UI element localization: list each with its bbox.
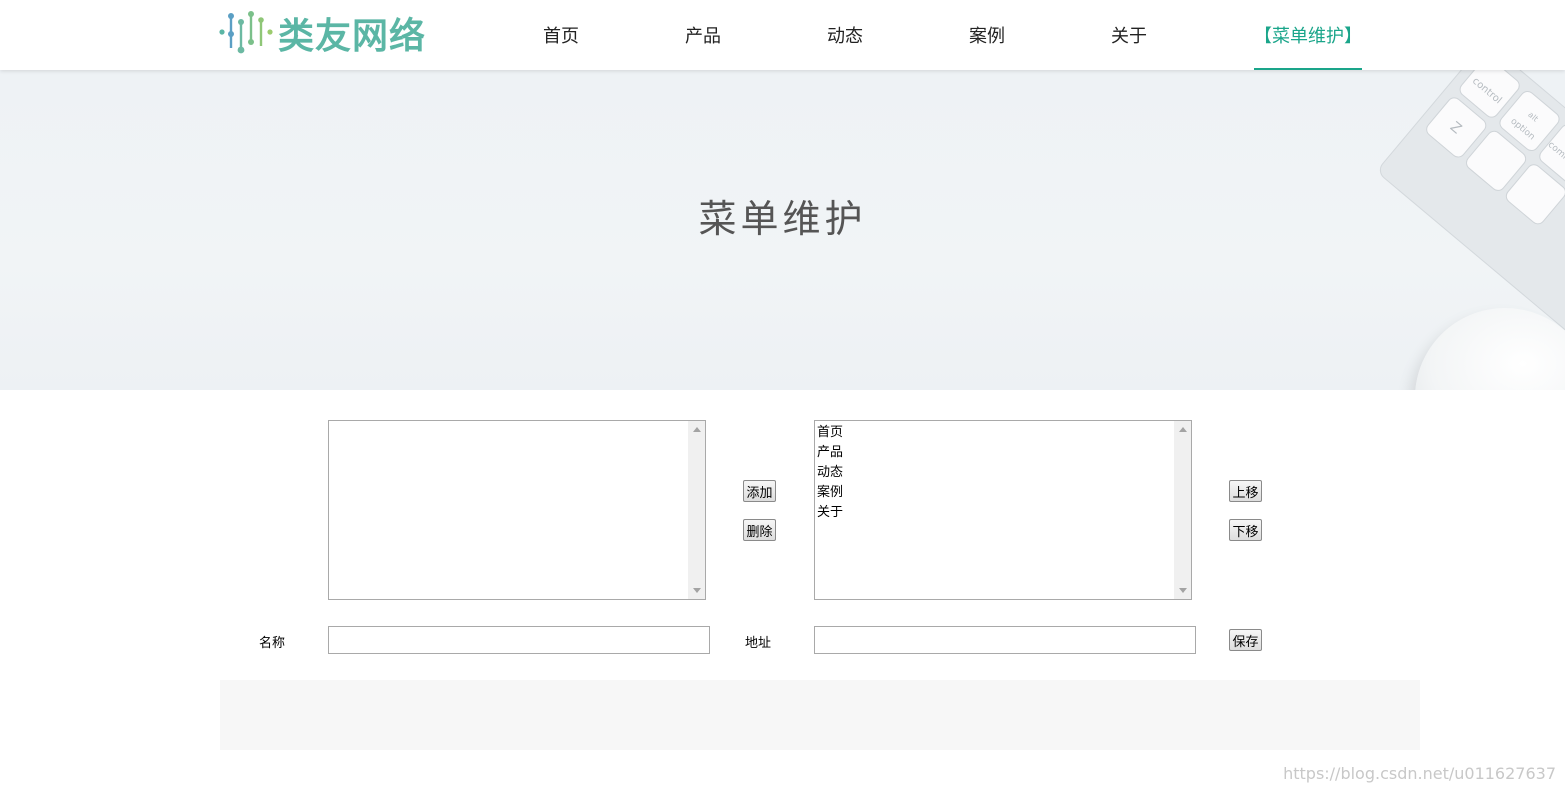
nav-item-about[interactable]: 关于 (1093, 0, 1165, 70)
source-menu-listbox[interactable] (328, 420, 706, 600)
nav-item-news[interactable]: 动态 (809, 0, 881, 70)
list-item[interactable]: 案例 (817, 483, 1191, 503)
nav-item-products[interactable]: 产品 (667, 0, 739, 70)
save-button[interactable]: 保存 (1229, 629, 1262, 651)
move-up-button[interactable]: 上移 (1229, 480, 1262, 502)
logo-icon (219, 11, 273, 54)
page-banner: control alt option command Z 菜单维护 (0, 70, 1565, 390)
nav-item-menu-maintenance[interactable]: 【菜单维护】 (1254, 0, 1362, 70)
nav-item-label: 动态 (827, 26, 863, 47)
scroll-down-icon[interactable] (1179, 588, 1187, 593)
nav-item-label: 【菜单维护】 (1254, 26, 1362, 47)
name-label: 名称 (259, 636, 286, 651)
address-input[interactable] (814, 626, 1196, 654)
logo-text: 类友网络 (278, 16, 427, 57)
nav-item-label: 首页 (543, 26, 579, 47)
source-menu-options (329, 421, 705, 423)
list-item[interactable]: 产品 (817, 443, 1191, 463)
active-nav-underline (1254, 68, 1362, 70)
listbox-scrollbar[interactable] (688, 421, 705, 599)
page-title: 菜单维护 (698, 197, 867, 241)
watermark: https://blog.csdn.net/u011627637 (1283, 764, 1556, 783)
nav-item-label: 案例 (969, 26, 1005, 47)
add-button[interactable]: 添加 (743, 480, 776, 502)
menu-items-options: 首页 产品 动态 案例 关于 (815, 421, 1191, 523)
scroll-down-icon[interactable] (693, 588, 701, 593)
list-item[interactable]: 动态 (817, 463, 1191, 483)
address-label: 地址 (745, 636, 772, 651)
scroll-up-icon[interactable] (693, 427, 701, 432)
nav-item-home[interactable]: 首页 (525, 0, 597, 70)
nav-item-cases[interactable]: 案例 (951, 0, 1023, 70)
delete-button[interactable]: 删除 (743, 519, 776, 541)
logo[interactable]: 类友网络 (218, 10, 427, 57)
list-item[interactable]: 关于 (817, 503, 1191, 523)
footer-area (220, 680, 1420, 750)
nav-item-label: 产品 (685, 26, 721, 47)
menu-items-listbox[interactable]: 首页 产品 动态 案例 关于 (814, 420, 1192, 600)
name-input[interactable] (328, 626, 710, 654)
list-item[interactable]: 首页 (817, 423, 1191, 443)
nav-item-label: 关于 (1111, 26, 1147, 47)
site-header: 类友网络 首页 产品 动态 案例 关于 【菜单维护】 (0, 0, 1565, 70)
scroll-up-icon[interactable] (1179, 427, 1187, 432)
listbox-scrollbar[interactable] (1174, 421, 1191, 599)
move-down-button[interactable]: 下移 (1229, 519, 1262, 541)
